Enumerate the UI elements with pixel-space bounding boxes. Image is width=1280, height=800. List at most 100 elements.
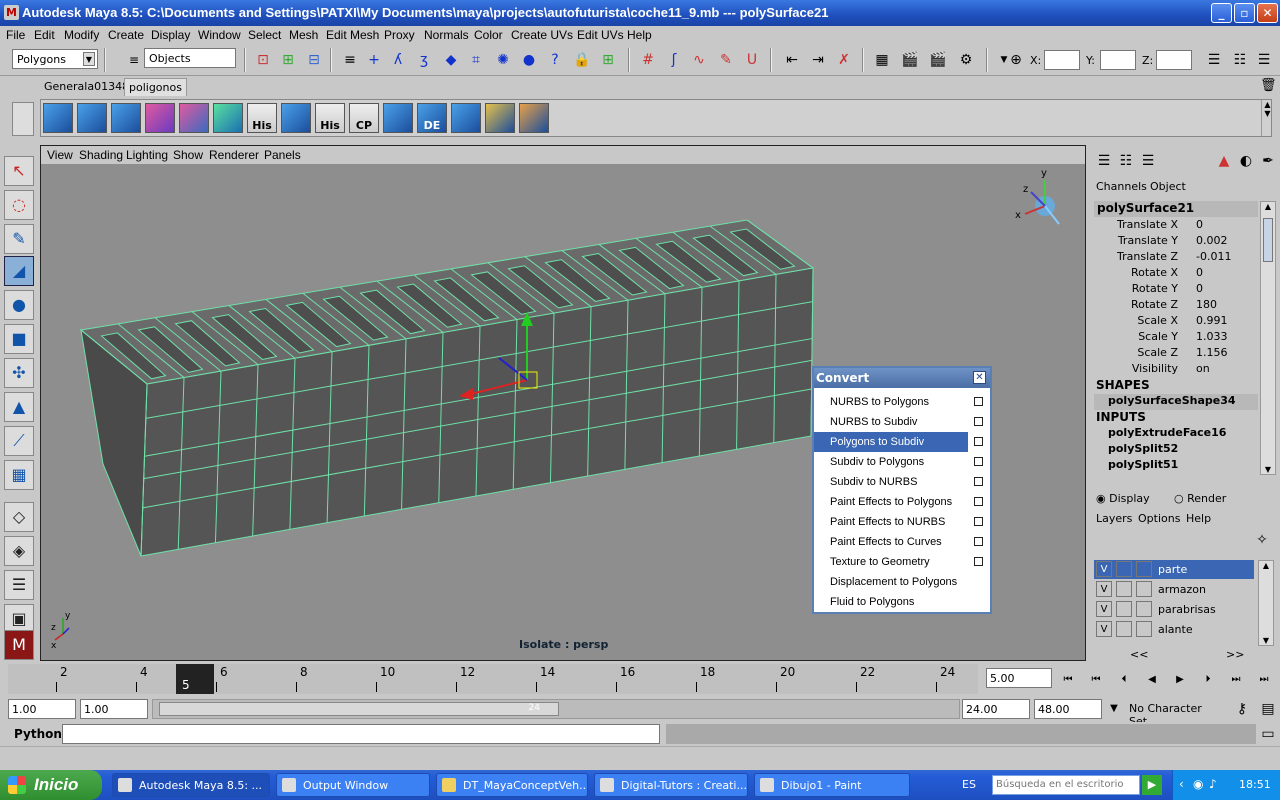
- snap-point-icon[interactable]: ∿: [689, 50, 709, 70]
- lock-icon[interactable]: 🔒: [572, 50, 592, 70]
- close-icon[interactable]: ✕: [973, 371, 986, 384]
- select-component-icon[interactable]: ⊟: [304, 50, 324, 70]
- channel-attr-value[interactable]: 0.002: [1196, 234, 1228, 247]
- volume-icon[interactable]: ♪: [1209, 777, 1217, 791]
- snap-grid-icon[interactable]: #: [638, 50, 658, 70]
- channel-scrollbar[interactable]: ▲ ▼: [1260, 201, 1276, 475]
- selmode-menu-icon[interactable]: ≡: [124, 50, 144, 70]
- time-slider[interactable]: 2 4 6 8 10 12 14 16 18 20 22 24 5 5.00 ⏮ ⏮ ⏴ ◀ ▶ ⏵ …: [0, 662, 1280, 696]
- option-box-icon[interactable]: [974, 457, 983, 466]
- select-tool-icon[interactable]: ↖: [4, 156, 34, 186]
- layer-row[interactable]: Varmazon: [1094, 580, 1254, 599]
- layer-type-toggle[interactable]: [1116, 581, 1132, 597]
- attribute-editor-icon[interactable]: ☰: [1204, 50, 1224, 70]
- convert-menu-item[interactable]: Displacement to Polygons: [814, 572, 990, 592]
- z-field[interactable]: [1156, 50, 1192, 70]
- range-handle[interactable]: 24: [159, 702, 559, 716]
- vp-menu-view[interactable]: View: [47, 148, 73, 162]
- poly-split-icon[interactable]: [145, 103, 175, 133]
- poly-sphere-icon[interactable]: [179, 103, 209, 133]
- menu-edit[interactable]: Edit: [34, 28, 55, 42]
- input-node[interactable]: polyExtrudeFace16: [1108, 426, 1226, 439]
- shelf-scrollbar[interactable]: ▲ ▼: [1261, 100, 1273, 136]
- search-go-icon[interactable]: ▶: [1142, 775, 1162, 795]
- time-ruler[interactable]: [8, 664, 978, 694]
- command-language-label[interactable]: Python: [14, 727, 62, 741]
- menu-normals[interactable]: Normals: [424, 28, 469, 42]
- channel-attr-value[interactable]: 0: [1196, 266, 1203, 279]
- select-curves-icon[interactable]: ʒ: [414, 50, 434, 70]
- input-node[interactable]: polySplit51: [1108, 458, 1178, 471]
- menu-create[interactable]: Create: [108, 28, 144, 42]
- character-set-field[interactable]: No Character Set: [1126, 699, 1224, 728]
- layout-outliner-icon[interactable]: ☰: [4, 570, 34, 600]
- channel-attr-row[interactable]: Rotate Y 0: [1090, 282, 1258, 298]
- layer-color-swatch[interactable]: [1136, 581, 1152, 597]
- script-editor-icon[interactable]: ▭: [1258, 724, 1278, 744]
- input-ops-icon[interactable]: ⇤: [782, 50, 802, 70]
- channels-menu[interactable]: Channels: [1096, 180, 1147, 193]
- select-hierarchy-icon[interactable]: ⊡: [253, 50, 273, 70]
- layer-scrollbar[interactable]: ▲ ▼: [1258, 560, 1274, 646]
- tool-settings-icon[interactable]: ◐: [1236, 151, 1256, 171]
- transform-input-icon[interactable]: ⊕: [1006, 50, 1026, 70]
- convert-menu-item[interactable]: Paint Effects to Polygons: [814, 492, 990, 512]
- end-time-field[interactable]: 48.00: [1034, 699, 1102, 719]
- view-axis-gizmo[interactable]: y x z: [1015, 168, 1060, 225]
- maya-logo-icon[interactable]: M: [4, 630, 34, 660]
- move-tool-icon[interactable]: ◢: [4, 256, 34, 286]
- menu-select[interactable]: Select: [248, 28, 281, 42]
- channel-attr-value[interactable]: 180: [1196, 298, 1217, 311]
- step-back-icon[interactable]: ⏮: [1086, 670, 1106, 690]
- channel-attr-row[interactable]: Rotate Z 180: [1090, 298, 1258, 314]
- channel-attr-value[interactable]: 1.156: [1196, 346, 1228, 359]
- poly-uv-icon[interactable]: [485, 103, 515, 133]
- convert-menu-header[interactable]: Convert ✕: [814, 368, 990, 388]
- object-menu[interactable]: Object: [1150, 180, 1186, 193]
- layer-visibility-toggle[interactable]: V: [1096, 581, 1112, 597]
- center-pivot-icon[interactable]: CP: [349, 103, 379, 133]
- layer-visibility-toggle[interactable]: V: [1096, 621, 1112, 637]
- convert-menu-item[interactable]: Subdiv to NURBS: [814, 472, 990, 492]
- new-layer-icon[interactable]: ✧: [1252, 530, 1272, 550]
- poly-globe-icon[interactable]: [213, 103, 243, 133]
- construction-history-icon[interactable]: ✗: [834, 50, 854, 70]
- play-backward-icon[interactable]: ◀: [1142, 670, 1162, 690]
- option-box-icon[interactable]: [974, 537, 983, 546]
- channel-attr-value[interactable]: on: [1196, 362, 1210, 375]
- layer-color-swatch[interactable]: [1136, 621, 1152, 637]
- convert-menu-item[interactable]: Subdiv to Polygons: [814, 452, 990, 472]
- menu-window[interactable]: Window: [198, 28, 241, 42]
- channel-attr-value[interactable]: 0: [1196, 218, 1203, 231]
- mask-menu-icon[interactable]: ≡: [340, 50, 360, 70]
- x-field[interactable]: [1044, 50, 1080, 70]
- layout-single-icon[interactable]: ◇: [4, 502, 34, 532]
- convert-menu-item[interactable]: NURBS to Polygons: [814, 392, 990, 412]
- select-handles-icon[interactable]: +: [364, 50, 384, 70]
- snap-curve-icon[interactable]: ʃ: [664, 50, 684, 70]
- menu-modify[interactable]: Modify: [64, 28, 99, 42]
- render-icon[interactable]: 🎬: [900, 50, 920, 70]
- close-button[interactable]: ✕: [1257, 3, 1278, 23]
- key-icon[interactable]: ⚷: [1232, 699, 1252, 719]
- layer-type-toggle[interactable]: [1116, 621, 1132, 637]
- shelf-menu-icon[interactable]: [12, 102, 34, 136]
- range-track[interactable]: 24: [152, 699, 960, 719]
- command-input[interactable]: [62, 724, 660, 744]
- display-radio[interactable]: ◉ Display: [1096, 492, 1150, 505]
- channel-attr-value[interactable]: 0.991: [1196, 314, 1228, 327]
- channel-box-icon[interactable]: ☰: [1094, 151, 1114, 171]
- task-browser[interactable]: Digital-Tutors : Creati...: [594, 773, 748, 797]
- input-node[interactable]: polySplit52: [1108, 442, 1178, 455]
- tool-settings-icon[interactable]: ☷: [1230, 50, 1250, 70]
- layer-color-swatch[interactable]: [1136, 561, 1152, 577]
- snap-view-plane-icon[interactable]: ✎: [716, 50, 736, 70]
- menu-mesh[interactable]: Mesh: [289, 28, 318, 42]
- layer-visibility-toggle[interactable]: V: [1096, 601, 1112, 617]
- trash-icon[interactable]: 🗑: [1260, 78, 1277, 94]
- attr-editor-icon[interactable]: ▲: [1214, 151, 1234, 171]
- current-frame-field[interactable]: 5.00: [986, 668, 1052, 688]
- start-time-field[interactable]: 1.00: [8, 699, 76, 719]
- poly-edit-icon[interactable]: [281, 103, 311, 133]
- select-misc-icon[interactable]: ?: [545, 50, 565, 70]
